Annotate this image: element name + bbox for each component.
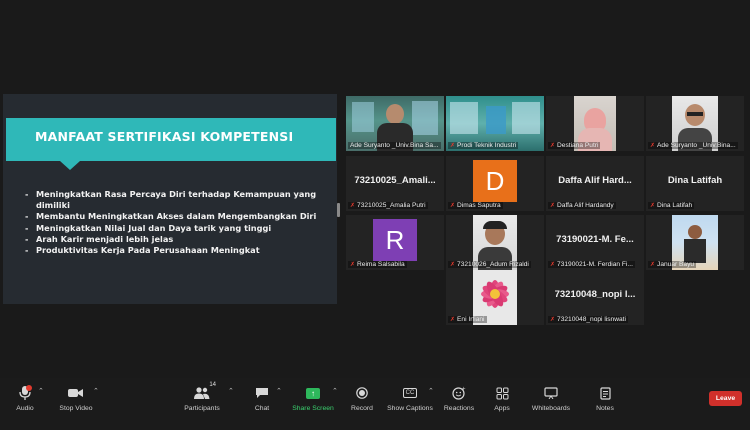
participant-tile[interactable]: 73210048_nopi l... ✗ 73210048_nopi lisnwa…	[546, 270, 644, 325]
apps-icon	[496, 384, 509, 402]
slide-bullet: Arah Karir menjadi lebih jelas	[25, 234, 330, 245]
video-camera-icon	[68, 384, 84, 402]
chat-bubble-icon	[255, 384, 269, 402]
participant-avatar: R	[373, 219, 417, 261]
participant-display-name: 73210025_Amali...	[354, 175, 436, 186]
mic-muted-icon: ✗	[350, 203, 356, 209]
whiteboards-label: Whiteboards	[531, 405, 571, 412]
mic-muted-icon: ✗	[550, 317, 556, 323]
participant-display-name: 73210048_nopi l...	[554, 289, 636, 300]
participant-tile[interactable]: Dina Latifah ✗ Dina Latifah	[646, 156, 744, 211]
show-captions-label: Show Captions	[387, 405, 433, 412]
chat-label: Chat	[254, 405, 270, 412]
participant-name: ✗ Reima Salsabila	[348, 261, 407, 268]
participant-name: ✗ 73210025_Amalia Putri	[348, 202, 428, 209]
participant-tile[interactable]: ✗ Januar Bayu	[646, 215, 744, 270]
meeting-controls-toolbar: Audio ⌃ Stop Video ⌃ 14 Participants ⌃ C…	[0, 378, 750, 430]
audio-button[interactable]: Audio	[0, 384, 53, 412]
participant-tile[interactable]: D ✗ Dimas Saputra	[446, 156, 544, 211]
mic-muted-icon: ✗	[450, 203, 456, 209]
slide-title: MANFAAT SERTIFIKASI KOMPETENSI	[35, 129, 294, 144]
participant-tile[interactable]: Ade Suryanto _Univ.Bina Sa...	[346, 96, 444, 151]
stop-video-label: Stop Video	[59, 405, 93, 412]
slide-bullet: Membantu Meningkatkan Akses dalam Mengem…	[25, 211, 330, 222]
participant-name: ✗ Ade Suryanto _Univ.Bina...	[648, 142, 738, 149]
participant-display-name: Dina Latifah	[667, 175, 723, 186]
microphone-muted-icon	[18, 384, 32, 402]
participants-button[interactable]: 14 Participants	[174, 382, 230, 412]
slide-bullet-list: Meningkatkan Rasa Percaya Diri terhadap …	[25, 189, 330, 256]
audio-options-chevron-icon[interactable]: ⌃	[38, 387, 44, 395]
share-screen-label: Share Screen	[292, 405, 334, 412]
notes-icon	[599, 384, 611, 402]
mic-muted-icon: ✗	[650, 143, 656, 149]
participant-name: ✗ 73210048_nopi lisnwati	[548, 316, 628, 323]
notes-label: Notes	[596, 405, 614, 412]
participant-name: ✗ 73190021-M. Ferdian Fi...	[548, 261, 635, 268]
participants-count: 14	[209, 382, 216, 388]
reactions-label: Reactions	[443, 405, 475, 412]
mic-muted-icon: ✗	[650, 262, 656, 268]
share-screen-icon: ↑	[306, 387, 320, 399]
mic-muted-icon: ✗	[550, 262, 556, 268]
participant-name: ✗ 73210026_Adum Rizaldi	[448, 261, 531, 268]
participant-tile[interactable]: 73190021-M. Fe... ✗ 73190021-M. Ferdian F…	[546, 215, 644, 270]
leave-meeting-button[interactable]: Leave	[709, 391, 742, 406]
participants-options-chevron-icon[interactable]: ⌃	[228, 387, 234, 395]
participant-name: ✗ Prodi Teknik Industri	[448, 142, 519, 149]
participant-tile[interactable]: ✗ Prodi Teknik Industri	[446, 96, 544, 151]
participant-name: Ade Suryanto _Univ.Bina Sa...	[348, 142, 441, 149]
participant-avatar: D	[473, 160, 517, 202]
participant-tile[interactable]: 73210025_Amali... ✗ 73210025_Amalia Putri	[346, 156, 444, 211]
mic-muted-icon: ✗	[350, 262, 356, 268]
mic-muted-icon: ✗	[550, 203, 556, 209]
whiteboards-button[interactable]: Whiteboards	[523, 384, 579, 412]
slide-bullet: Produktivitas Kerja Pada Perusahaan Meni…	[25, 245, 330, 256]
participant-tile[interactable]: ✗ 73210026_Adum Rizaldi	[446, 215, 544, 270]
mic-muted-icon: ✗	[450, 143, 456, 149]
svg-text:+: +	[462, 387, 466, 393]
participant-tile[interactable]: ✗ Destiana Putri	[546, 96, 644, 151]
notes-button[interactable]: Notes	[577, 384, 633, 412]
apps-label: Apps	[494, 405, 510, 412]
mic-muted-icon: ✗	[450, 317, 456, 323]
mic-muted-icon: ✗	[550, 143, 556, 149]
participant-display-name: Daffa Alif Hard...	[558, 175, 632, 186]
shared-screen: MANFAAT SERTIFIKASI KOMPETENSI Meningkat…	[3, 94, 337, 304]
slide-bullet: Meningkatkan Nilai Jual dan Daya tarik y…	[25, 223, 330, 234]
participant-name: ✗ Daffa Alif Hardandy	[548, 202, 616, 209]
record-label: Record	[351, 405, 373, 412]
participant-tile[interactable]: Daffa Alif Hard... ✗ Daffa Alif Hardandy	[546, 156, 644, 211]
video-options-chevron-icon[interactable]: ⌃	[93, 387, 99, 395]
participants-icon: 14	[194, 382, 216, 402]
slide-bullet: Meningkatkan Rasa Percaya Diri terhadap …	[25, 189, 330, 211]
participant-name: ✗ Dimas Saputra	[448, 202, 503, 209]
record-icon	[356, 384, 368, 402]
closed-captions-icon: CC	[403, 388, 417, 398]
chat-options-chevron-icon[interactable]: ⌃	[276, 387, 282, 395]
apps-button[interactable]: Apps	[474, 384, 530, 412]
participant-name: ✗ Januar Bayu	[648, 261, 697, 268]
participant-tile[interactable]: R ✗ Reima Salsabila	[346, 215, 444, 270]
participant-name: ✗ Dina Latifah	[648, 202, 695, 209]
participants-label: Participants	[184, 405, 220, 412]
mic-muted-icon: ✗	[650, 203, 656, 209]
participant-tile[interactable]: ✗ Ade Suryanto _Univ.Bina...	[646, 96, 744, 151]
whiteboard-icon	[544, 384, 558, 402]
participant-tile[interactable]: ✗ Eni Irfiani	[446, 270, 544, 325]
audio-label: Audio	[16, 405, 34, 412]
slide-banner-pointer	[60, 161, 80, 170]
participant-name: ✗ Destiana Putri	[548, 142, 601, 149]
split-view-resize-handle[interactable]	[337, 203, 340, 217]
reactions-smiley-icon: +	[452, 384, 466, 402]
participant-name: ✗ Eni Irfiani	[448, 316, 487, 323]
mic-muted-icon: ✗	[450, 262, 456, 268]
participant-display-name: 73190021-M. Fe...	[556, 234, 634, 245]
